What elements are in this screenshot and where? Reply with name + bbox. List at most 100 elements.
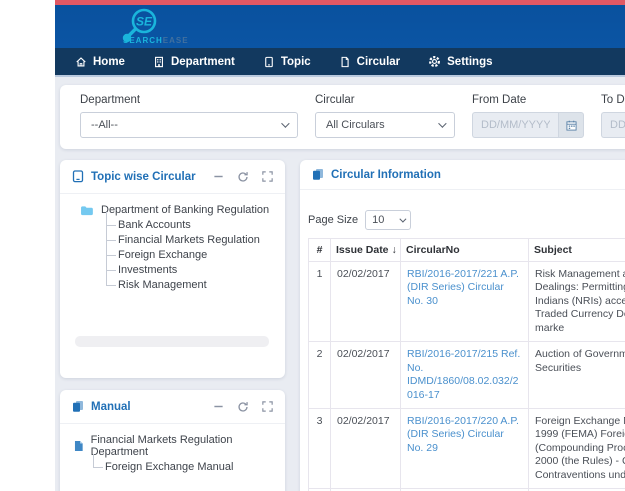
copy-document-icon (312, 168, 324, 181)
topic-wise-circular-panel: Topic wise Circular (60, 160, 285, 378)
circular-panel-header: Circular Information (300, 160, 625, 190)
circular-number-link[interactable]: RBI/2016-2017/215 Ref. No. IDMD/1860/08.… (407, 348, 520, 400)
circular-number-link[interactable]: RBI/2016-2017/220 A.P. (DIR Series) Circ… (407, 415, 519, 454)
issue-date-cell: 02/02/2017 (331, 262, 401, 342)
home-icon (75, 56, 87, 68)
topic-tree: Department of Banking Regulation Bank Ac… (60, 194, 285, 292)
department-select[interactable]: --All-- (80, 112, 298, 138)
topic-tree-root[interactable]: Department of Banking Regulation (60, 204, 285, 216)
circular-information-panel: Circular Information Page Size 10 # Issu… (300, 160, 625, 491)
issue-date-cell: 02/02/2017 (331, 408, 401, 488)
from-date-input[interactable] (472, 112, 558, 138)
page-size-value: 10 (372, 214, 384, 226)
nav-item-department[interactable]: Department (139, 48, 249, 75)
topic-tree-item-label: Investments (118, 264, 177, 276)
manual-tree-item-label: Foreign Exchange Manual (105, 461, 233, 473)
nav-label: Settings (447, 56, 492, 68)
manual-panel: Manual (60, 390, 285, 491)
from-date-filter: From Date (472, 94, 584, 138)
book-icon (263, 56, 275, 68)
nav-item-circular[interactable]: Circular (325, 48, 414, 75)
from-date-label: From Date (472, 94, 584, 106)
circular-select-value: All Circulars (326, 119, 385, 131)
filter-panel: Department --All-- Circular All Circular… (60, 85, 625, 149)
manual-tree-root-label: Financial Markets Regulation Department (91, 434, 285, 458)
calendar-icon (566, 120, 577, 131)
department-select-value: --All-- (91, 119, 118, 131)
brand-header: SE SEARCHEASE (55, 5, 625, 48)
row-number: 2 (309, 342, 331, 409)
table-row: 1 02/02/2017 RBI/2016-2017/221 A.P. (DIR… (309, 262, 625, 342)
application-window: SE SEARCHEASE Home Department (55, 0, 625, 491)
table-row: 2 02/02/2017 RBI/2016-2017/215 Ref. No. … (309, 342, 625, 409)
topic-tree-item[interactable]: Financial Markets Regulation (106, 232, 285, 247)
circular-panel-title: Circular Information (331, 169, 441, 181)
topic-tree-item[interactable]: Foreign Exchange (106, 247, 285, 262)
manual-tree-item[interactable]: Foreign Exchange Manual (93, 459, 285, 474)
book-icon (72, 170, 84, 183)
page-size-select[interactable]: 10 (365, 210, 411, 230)
issue-date-cell: 02/02/2017 (331, 342, 401, 409)
page-size-label: Page Size (308, 214, 358, 226)
nav-item-settings[interactable]: Settings (414, 48, 506, 75)
chevron-down-icon (400, 215, 407, 222)
from-date-calendar-button[interactable] (558, 112, 584, 138)
nav-label: Circular (357, 56, 400, 68)
column-header-number[interactable]: # (309, 239, 331, 262)
sort-descending-icon: ↓ (392, 244, 397, 256)
subject-cell: Auction of Government of In Securities (529, 342, 625, 409)
collapse-icon[interactable] (213, 171, 224, 182)
table-header-row: # Issue Date↓ CircularNo Subject (309, 239, 625, 262)
expand-icon[interactable] (262, 401, 273, 412)
column-header-circularno[interactable]: CircularNo (401, 239, 529, 262)
logo-word-primary: SEARCH (123, 36, 163, 45)
building-icon (153, 56, 165, 68)
circular-number-link[interactable]: RBI/2016-2017/221 A.P. (DIR Series) Circ… (407, 268, 519, 307)
topic-tree-item-label: Bank Accounts (118, 219, 191, 231)
topic-tree-item[interactable]: Investments (106, 262, 285, 277)
row-number: 1 (309, 262, 331, 342)
topic-tree-item-label: Financial Markets Regulation (118, 234, 260, 246)
nav-label: Topic (281, 56, 311, 68)
app-logo[interactable]: SE SEARCHEASE (87, 7, 197, 48)
subject-cell: Foreign Exchange Managem 1999 (FEMA) For… (529, 408, 625, 488)
file-icon (74, 440, 84, 452)
table-row: 3 02/02/2017 RBI/2016-2017/220 A.P. (DIR… (309, 408, 625, 488)
nav-label: Department (171, 56, 235, 68)
topic-tree-item-label: Foreign Exchange (118, 249, 207, 261)
refresh-icon[interactable] (237, 171, 249, 183)
horizontal-scrollbar[interactable] (75, 336, 269, 347)
department-filter: Department --All-- (80, 94, 298, 138)
department-filter-label: Department (80, 94, 298, 106)
manual-panel-header: Manual (60, 390, 285, 424)
logo-wordmark: SEARCHEASE (123, 36, 189, 45)
collapse-icon[interactable] (213, 401, 224, 412)
column-header-issue-date[interactable]: Issue Date↓ (331, 239, 401, 262)
main-navigation: Home Department Topic (55, 48, 625, 77)
topic-tree-item-label: Risk Management (118, 279, 207, 291)
nav-item-topic[interactable]: Topic (249, 48, 325, 75)
circular-table: # Issue Date↓ CircularNo Subject 1 02/02… (308, 238, 625, 491)
row-number: 3 (309, 408, 331, 488)
subject-cell: Risk Management and Inter- Dealings: Per… (529, 262, 625, 342)
nav-label: Home (93, 56, 125, 68)
topic-tree-item[interactable]: Bank Accounts (106, 217, 285, 232)
nav-item-home[interactable]: Home (61, 48, 139, 75)
manual-panel-title: Manual (91, 401, 131, 413)
logo-word-secondary: EASE (163, 36, 189, 45)
topic-panel-header: Topic wise Circular (60, 160, 285, 194)
to-date-label: To Date (601, 94, 625, 106)
topic-tree-item[interactable]: Risk Management (106, 277, 285, 292)
folder-icon (80, 205, 94, 216)
copy-document-icon (72, 400, 84, 413)
topic-panel-title: Topic wise Circular (91, 171, 196, 183)
circular-select[interactable]: All Circulars (315, 112, 455, 138)
expand-icon[interactable] (262, 171, 273, 182)
chevron-down-icon (438, 119, 446, 127)
column-header-subject[interactable]: Subject (529, 239, 625, 262)
to-date-input[interactable] (601, 112, 625, 138)
chevron-down-icon (281, 119, 289, 127)
page-size-control: Page Size 10 (308, 210, 625, 230)
refresh-icon[interactable] (237, 401, 249, 413)
to-date-filter: To Date (601, 94, 625, 138)
